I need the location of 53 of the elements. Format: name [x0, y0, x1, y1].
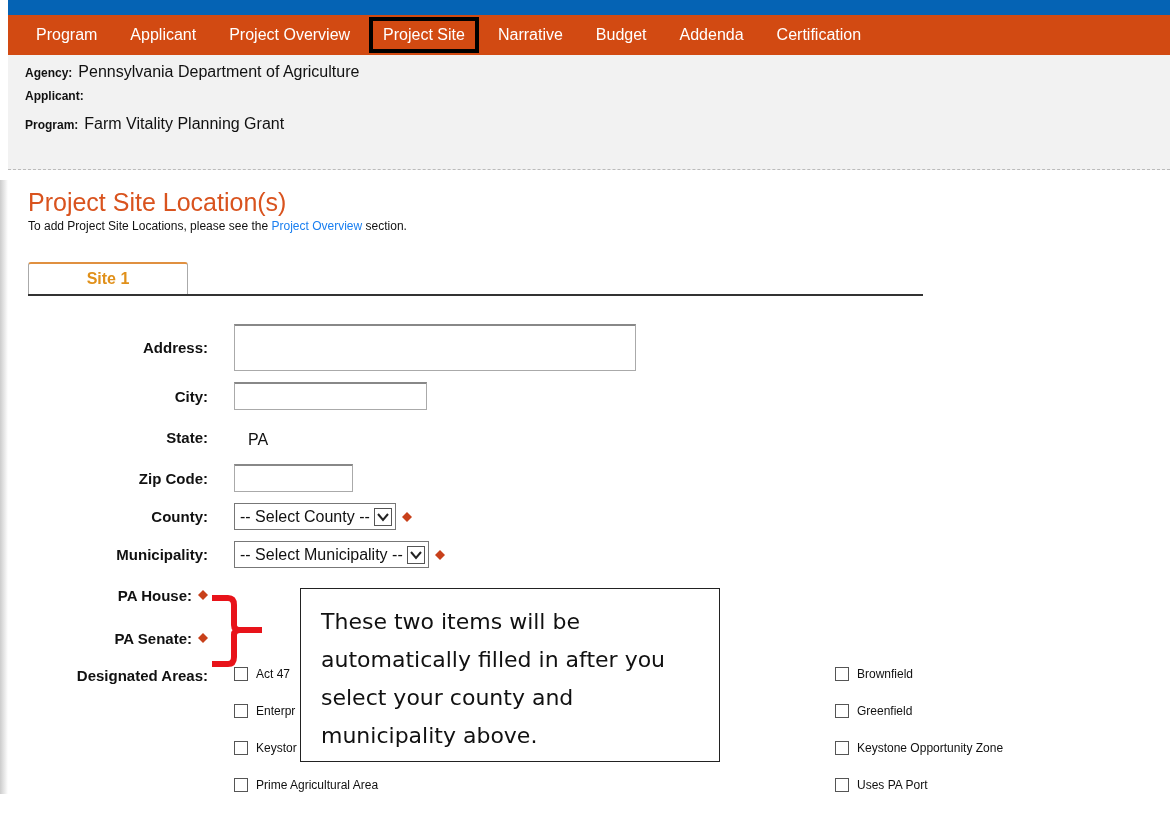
nav-tab[interactable]: Addenda: [665, 17, 758, 53]
info-label: Program:: [25, 118, 79, 132]
page-heading: Project Site Location(s): [28, 187, 288, 217]
checkbox-label: Act 47: [256, 667, 291, 681]
checkbox-label: Keystone Opportunity Zone: [857, 741, 1004, 755]
nav-tab[interactable]: Program: [22, 17, 112, 53]
required-icon: [198, 633, 208, 643]
required-icon: [401, 511, 412, 522]
state-value: PA: [247, 430, 269, 449]
nav-tab[interactable]: Applicant: [116, 17, 211, 53]
field-label: Municipality:: [116, 546, 208, 563]
site-tab[interactable]: Site 1: [28, 262, 188, 294]
info-label: Applicant:: [25, 89, 84, 103]
intro-text: To add Project Site Locations, please see the Project Overview section.: [28, 219, 408, 233]
checkbox[interactable]: [234, 667, 248, 681]
field-label: Address:: [142, 339, 208, 356]
field-label: Designated Areas:: [76, 667, 208, 684]
checkbox-label: Keystor: [256, 741, 297, 755]
field-label: Zip Code:: [138, 469, 208, 487]
zip-code-field[interactable]: [234, 464, 353, 492]
field-label: City:: [174, 387, 208, 405]
checkbox[interactable]: [835, 741, 849, 755]
nav-tab[interactable]: Project Overview: [215, 17, 365, 53]
address-field[interactable]: [234, 324, 636, 371]
field-label: PA Senate:: [114, 629, 192, 647]
project-overview-link[interactable]: Project Overview: [271, 219, 363, 233]
nav-tab[interactable]: Budget: [581, 17, 661, 53]
checkbox[interactable]: [234, 741, 248, 755]
checkbox-label: Enterpr: [256, 704, 296, 718]
callout-note: These two items will be automatically filled in after you select your county and municipality above.: [300, 588, 720, 762]
city-field[interactable]: [234, 382, 427, 410]
field-label: PA House:: [117, 586, 192, 604]
checkbox-label: Uses PA Port: [857, 778, 928, 792]
checkbox[interactable]: [835, 778, 849, 792]
checkbox[interactable]: [234, 778, 248, 792]
field-label: County:: [151, 508, 208, 525]
checkbox[interactable]: [835, 704, 849, 718]
info-value: Pennsylvania Department of Agriculture: [78, 63, 360, 81]
info-label: Agency:: [25, 66, 73, 80]
dropdown[interactable]: -- Select County --: [234, 503, 396, 530]
required-icon: [198, 590, 208, 600]
field-label: State:: [166, 428, 208, 446]
checkbox-label: Prime Agricultural Area: [256, 778, 379, 792]
checkbox-label: Brownfield: [857, 667, 914, 681]
checkbox-label: Greenfield: [857, 704, 913, 718]
checkbox[interactable]: [835, 667, 849, 681]
info-value: Farm Vitality Planning Grant: [84, 115, 285, 133]
nav-tab[interactable]: Narrative: [483, 17, 577, 53]
dropdown[interactable]: -- Select Municipality --: [234, 541, 429, 568]
required-icon: [434, 549, 445, 560]
nav-tab[interactable]: Certification: [762, 17, 876, 53]
nav-tab[interactable]: Project Site: [369, 17, 479, 53]
checkbox[interactable]: [234, 704, 248, 718]
